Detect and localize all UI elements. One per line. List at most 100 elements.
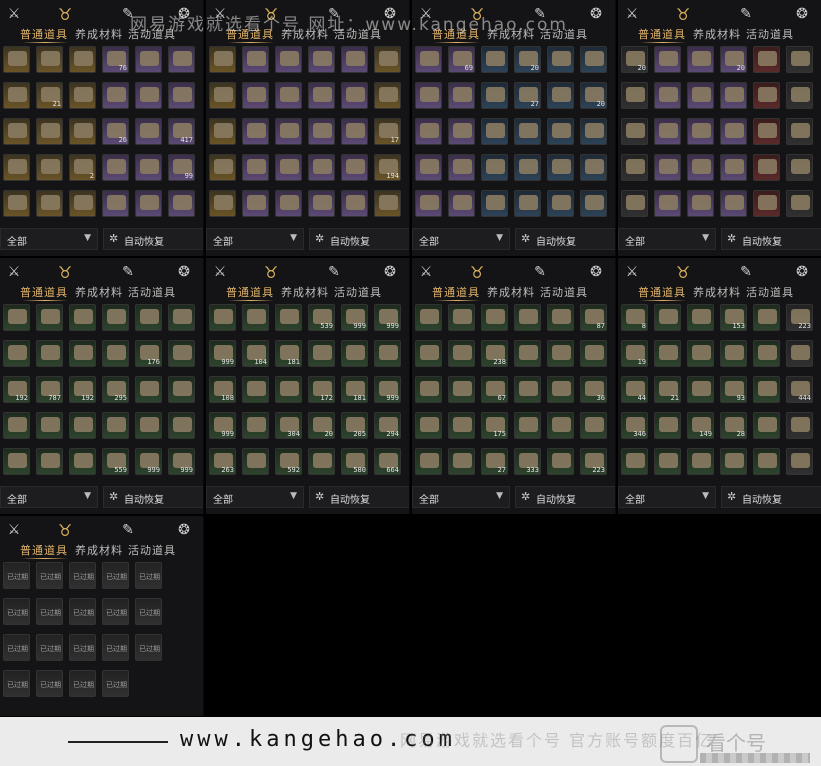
item-slot[interactable] [720,448,747,475]
item-slot[interactable]: 181 [275,340,302,367]
tab-materials[interactable]: 养成材料 [281,284,329,300]
item-slot[interactable] [654,190,681,217]
item-slot[interactable] [448,340,475,367]
item-slot[interactable] [514,154,541,181]
auto-restore-button[interactable]: ✲ 自动恢复 [103,486,203,508]
item-slot[interactable]: 238 [481,340,508,367]
item-slot[interactable] [621,118,648,145]
item-slot[interactable] [448,154,475,181]
category-filter-dropdown[interactable]: 全部 ▼ [206,486,304,508]
item-slot[interactable] [547,118,574,145]
item-slot[interactable] [580,46,607,73]
item-slot[interactable]: 417 [168,118,195,145]
item-slot[interactable]: 664 [374,448,401,475]
item-slot[interactable]: 192 [3,376,30,403]
item-slot[interactable] [3,82,30,109]
item-slot[interactable] [69,448,96,475]
item-slot[interactable] [547,46,574,73]
item-slot[interactable] [3,154,30,181]
item-slot[interactable]: 8 [621,304,648,331]
item-slot[interactable] [514,304,541,331]
tab-materials[interactable]: 养成材料 [75,26,123,42]
auto-restore-button[interactable]: ✲ 自动恢复 [309,228,409,250]
tab-materials[interactable]: 养成材料 [75,542,123,558]
item-slot[interactable]: 99 [168,154,195,181]
item-slot[interactable] [415,154,442,181]
item-slot[interactable]: 181 [341,376,368,403]
item-slot[interactable]: 28 [720,412,747,439]
item-slot[interactable]: 559 [102,448,129,475]
item-slot[interactable] [514,118,541,145]
item-slot[interactable] [481,190,508,217]
item-slot[interactable] [374,190,401,217]
expired-item-slot[interactable]: 已过期 [69,670,96,697]
item-slot[interactable] [415,376,442,403]
item-slot[interactable]: 223 [580,448,607,475]
item-slot[interactable]: 172 [308,376,335,403]
item-slot[interactable] [275,82,302,109]
ring-icon[interactable]: ❂ [586,4,606,24]
item-slot[interactable] [786,190,813,217]
item-slot[interactable] [242,376,269,403]
item-slot[interactable] [135,118,162,145]
item-slot[interactable] [341,340,368,367]
item-slot[interactable]: 176 [135,340,162,367]
tab-common-items[interactable]: 普通道具 [638,26,686,42]
item-slot[interactable] [621,154,648,181]
item-slot[interactable] [415,304,442,331]
item-slot[interactable] [547,376,574,403]
tab-materials[interactable]: 养成材料 [75,284,123,300]
item-slot[interactable] [135,154,162,181]
item-slot[interactable]: 21 [654,376,681,403]
crossed-swords-icon[interactable]: ⚔ [4,262,24,282]
item-slot[interactable]: 295 [102,376,129,403]
item-slot[interactable] [341,46,368,73]
item-slot[interactable] [514,190,541,217]
item-slot[interactable] [448,304,475,331]
item-slot[interactable] [209,46,236,73]
item-slot[interactable] [3,412,30,439]
item-slot[interactable] [168,340,195,367]
item-slot[interactable] [786,154,813,181]
item-slot[interactable] [687,190,714,217]
item-slot[interactable] [341,118,368,145]
scroll-icon[interactable]: ✎ [530,262,550,282]
item-slot[interactable]: 44 [621,376,648,403]
coin-pouch-icon[interactable]: ♉ [673,4,693,24]
item-slot[interactable] [720,154,747,181]
item-slot[interactable]: 17 [374,118,401,145]
item-slot[interactable] [341,154,368,181]
category-filter-dropdown[interactable]: 全部 ▼ [206,228,304,250]
item-slot[interactable] [135,46,162,73]
scroll-icon[interactable]: ✎ [736,262,756,282]
item-slot[interactable]: 194 [374,154,401,181]
item-slot[interactable] [275,118,302,145]
item-slot[interactable] [168,82,195,109]
item-slot[interactable] [415,448,442,475]
item-slot[interactable] [209,82,236,109]
item-slot[interactable]: 20 [580,82,607,109]
expired-item-slot[interactable]: 已过期 [3,562,30,589]
item-slot[interactable] [69,304,96,331]
item-slot[interactable] [275,304,302,331]
expired-item-slot[interactable]: 已过期 [36,562,63,589]
scroll-icon[interactable]: ✎ [118,262,138,282]
item-slot[interactable] [242,82,269,109]
item-slot[interactable] [242,190,269,217]
item-slot[interactable] [374,82,401,109]
ring-icon[interactable]: ❂ [586,262,606,282]
crossed-swords-icon[interactable]: ⚔ [416,262,436,282]
item-slot[interactable] [481,46,508,73]
item-slot[interactable] [308,82,335,109]
item-slot[interactable]: 27 [481,448,508,475]
coin-pouch-icon[interactable]: ♉ [261,262,281,282]
item-slot[interactable] [209,304,236,331]
scroll-icon[interactable]: ✎ [324,262,344,282]
auto-restore-button[interactable]: ✲ 自动恢复 [721,486,821,508]
category-filter-dropdown[interactable]: 全部 ▼ [412,486,510,508]
item-slot[interactable] [654,82,681,109]
expired-item-slot[interactable]: 已过期 [36,634,63,661]
item-slot[interactable] [168,46,195,73]
item-slot[interactable] [753,154,780,181]
item-slot[interactable] [580,412,607,439]
